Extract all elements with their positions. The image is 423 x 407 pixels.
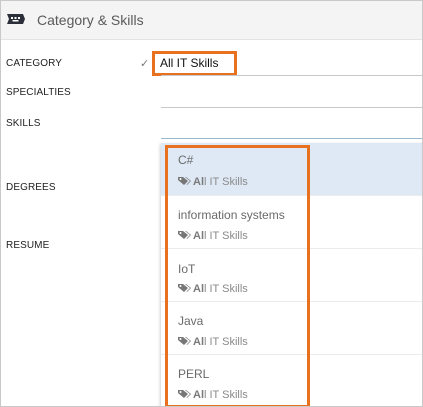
tags-icon: [178, 390, 191, 398]
dropdown-option[interactable]: IoT All IT Skills: [161, 249, 422, 302]
category-label: CATEGORY: [6, 58, 62, 69]
tags-icon: [178, 284, 191, 292]
option-category: All IT Skills: [178, 283, 248, 295]
option-category: All IT Skills: [178, 336, 248, 348]
degrees-label: DEGREES: [6, 182, 56, 193]
tags-icon: [178, 177, 191, 185]
skills-input[interactable]: [161, 138, 422, 139]
specialties-label: SPECIALTIES: [6, 87, 71, 98]
tags-icon: [178, 337, 191, 345]
skills-dropdown: C# All IT Skills information systems All…: [161, 143, 422, 406]
option-name: information systems: [178, 208, 285, 222]
category-select[interactable]: All IT Skills: [152, 51, 237, 76]
dropdown-option[interactable]: C# All IT Skills: [161, 143, 422, 196]
option-category: All IT Skills: [178, 389, 248, 401]
resume-label: RESUME: [6, 240, 50, 251]
category-underline: [161, 75, 422, 76]
tags-icon: [178, 231, 191, 239]
option-name: C#: [178, 153, 194, 167]
skills-label: SKILLS: [6, 118, 41, 129]
keyboard-icon: [7, 14, 25, 24]
category-skills-dialog: Category & Skills CATEGORY ✓ All IT Skil…: [0, 0, 423, 407]
option-name: Java: [178, 314, 204, 328]
dropdown-option[interactable]: information systems All IT Skills: [161, 196, 422, 249]
dropdown-option[interactable]: PERL All IT Skills: [161, 355, 422, 406]
option-category: All IT Skills: [178, 176, 248, 188]
title-bar: Category & Skills: [1, 1, 422, 40]
check-icon: ✓: [140, 58, 150, 70]
specialties-input[interactable]: [161, 107, 422, 108]
dialog-title: Category & Skills: [37, 12, 144, 28]
option-category: All IT Skills: [178, 230, 248, 242]
dropdown-option[interactable]: Java All IT Skills: [161, 302, 422, 355]
option-name: PERL: [178, 367, 210, 381]
option-name: IoT: [178, 262, 196, 276]
